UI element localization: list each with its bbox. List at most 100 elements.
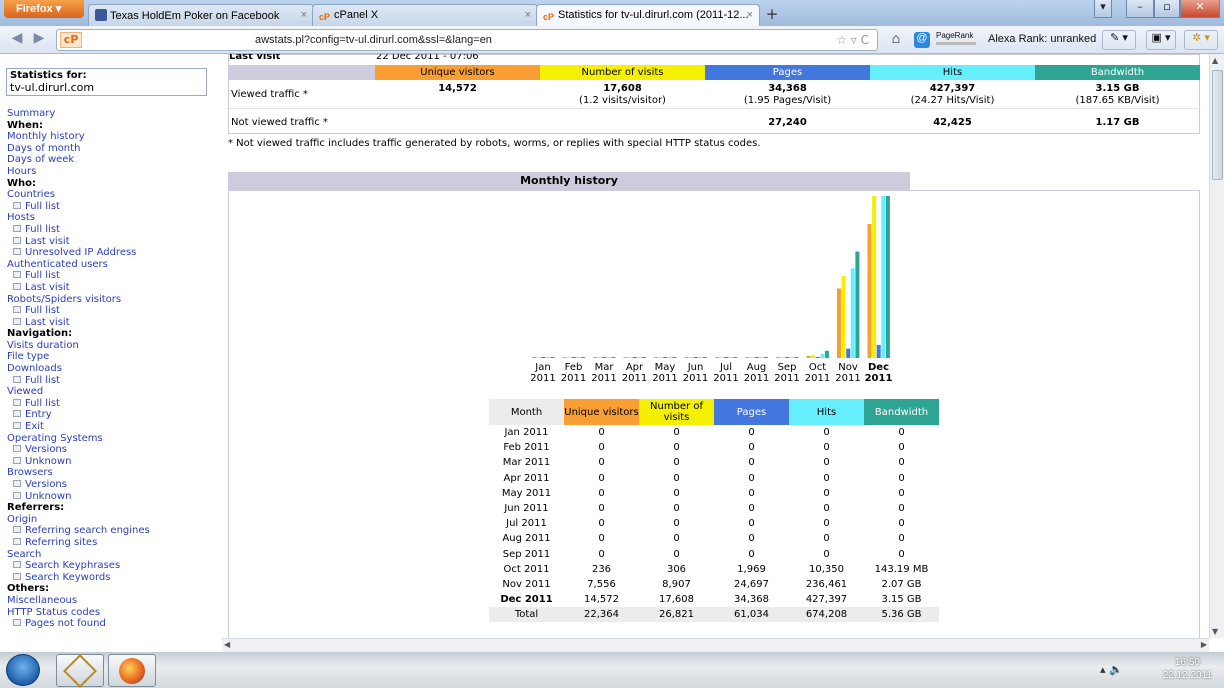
menu-link[interactable]: Hosts bbox=[7, 212, 150, 224]
menu-heading: Navigation: bbox=[7, 328, 73, 340]
at-sign-icon[interactable]: @ bbox=[914, 32, 930, 48]
url-bar[interactable]: cP awstats.pl?config=tv-ul.dirurl.com&ss… bbox=[56, 29, 878, 51]
menu-heading: Others: bbox=[7, 583, 50, 595]
last-visit-value: 22 Dec 2011 - 07:06 bbox=[376, 54, 479, 62]
winamp-icon[interactable] bbox=[56, 654, 104, 688]
menu-subitem[interactable]: Last visit bbox=[7, 317, 150, 329]
forward-arrow-icon[interactable]: ▶ bbox=[28, 30, 50, 50]
menu-link[interactable]: Robots/Spiders visitors bbox=[7, 294, 150, 306]
menu-subitem[interactable]: Unresolved IP Address bbox=[7, 247, 150, 259]
vertical-scroll-thumb[interactable] bbox=[1212, 70, 1223, 180]
volume-icon[interactable]: 🔈 bbox=[1109, 663, 1123, 676]
menu-subitem[interactable]: Full list bbox=[7, 398, 150, 410]
menu-link[interactable]: Viewed bbox=[7, 386, 150, 398]
menu-subitem[interactable]: Last visit bbox=[7, 236, 150, 248]
site-identity-icon[interactable]: cP bbox=[60, 32, 82, 48]
menu-link[interactable]: Origin bbox=[7, 514, 150, 526]
menu-link[interactable]: Downloads bbox=[7, 363, 150, 375]
horizontal-scrollbar[interactable]: ◀ ▶ bbox=[222, 638, 1209, 652]
tab-cpanel[interactable]: cP cPanel X × bbox=[312, 4, 538, 26]
menu-link[interactable]: Browsers bbox=[7, 467, 150, 479]
submenu-bullet-icon bbox=[13, 224, 21, 232]
menu-subitem[interactable]: Versions bbox=[7, 479, 150, 491]
start-button[interactable] bbox=[6, 654, 40, 686]
firefox-taskbar-icon[interactable] bbox=[108, 654, 156, 687]
chart-month-name: Sep bbox=[777, 362, 797, 373]
menu-subitem[interactable]: Exit bbox=[7, 421, 150, 433]
tab-statistics[interactable]: cP Statistics for tv-ul.dirurl.com (2011-… bbox=[536, 4, 760, 26]
menu-subitem[interactable]: Full list bbox=[7, 270, 150, 282]
tray-up-arrow-icon[interactable]: ▴ bbox=[1100, 663, 1106, 676]
menu-subitem[interactable]: Full list bbox=[7, 375, 150, 387]
tab-close-icon[interactable]: × bbox=[525, 9, 531, 21]
scroll-down-icon[interactable]: ▼ bbox=[1212, 627, 1218, 636]
taskbar-clock[interactable]: 16:50 22.12.2011 bbox=[1163, 656, 1212, 682]
chart-year-name: 2011 bbox=[560, 373, 587, 384]
tab-close-icon[interactable]: × bbox=[747, 9, 753, 21]
minimize-button[interactable]: – bbox=[1126, 0, 1154, 18]
menu-link[interactable]: Days of week bbox=[7, 154, 150, 166]
menu-subitem[interactable]: Referring search engines bbox=[7, 525, 150, 537]
bar-pages-oct-2011 bbox=[815, 357, 820, 358]
menu-link[interactable]: HTTP Status codes bbox=[7, 607, 150, 619]
maximize-button[interactable]: ▫ bbox=[1154, 0, 1180, 18]
table-cell-visits: 0 bbox=[673, 487, 680, 499]
menu-heading: Who: bbox=[7, 177, 37, 189]
table-cell-visits: 0 bbox=[673, 472, 680, 484]
submenu-bullet-icon bbox=[13, 572, 21, 580]
menu-link[interactable]: Monthly history bbox=[7, 131, 150, 143]
table-cell-month: Oct 2011 bbox=[503, 563, 550, 575]
menu-subitem[interactable]: Versions bbox=[7, 444, 150, 456]
menu-link[interactable]: Authenticated users bbox=[7, 259, 150, 271]
new-tab-button[interactable]: + bbox=[762, 5, 782, 25]
bookmark-star-icon[interactable]: ☆ ▿ C bbox=[836, 33, 869, 47]
menu-link[interactable]: File type bbox=[7, 351, 150, 363]
table-cell-pages: 0 bbox=[748, 503, 755, 515]
summary-table: Last visit 22 Dec 2011 - 07:06 Unique vi… bbox=[228, 54, 1201, 134]
back-arrow-icon[interactable]: ◀ bbox=[6, 30, 28, 50]
menu-subitem[interactable]: Referring sites bbox=[7, 537, 150, 549]
chart-month-name: Oct bbox=[808, 362, 827, 373]
chart-year-name: 2011 bbox=[864, 373, 893, 384]
menu-subitem[interactable]: Full list bbox=[7, 305, 150, 317]
tab-list-button[interactable]: ▾ bbox=[1094, 0, 1112, 18]
menu-link[interactable]: Summary bbox=[7, 108, 150, 120]
home-icon[interactable]: ⌂ bbox=[886, 30, 906, 50]
url-text[interactable]: awstats.pl?config=tv-ul.dirurl.com&ssl=&… bbox=[255, 34, 492, 46]
pagerank-widget[interactable]: PageRank bbox=[936, 31, 976, 51]
menu-subitem[interactable]: Full list bbox=[7, 201, 150, 213]
chart-month-name: Apr bbox=[625, 362, 644, 373]
system-tray[interactable]: ▴ 🔈 bbox=[1100, 663, 1123, 676]
navigation-bar: ◀ ▶ cP awstats.pl?config=tv-ul.dirurl.co… bbox=[0, 26, 1224, 54]
tab-poker[interactable]: Texas HoldEm Poker on Facebook × bbox=[88, 4, 314, 26]
menu-subitem[interactable]: Last visit bbox=[7, 282, 150, 294]
table-row: Apr 2011 0 0 0 0 0 bbox=[489, 471, 939, 486]
close-window-button[interactable]: ✕ bbox=[1180, 0, 1220, 18]
menu-link[interactable]: Visits duration bbox=[7, 340, 150, 352]
menu-subitem[interactable]: Unknown bbox=[7, 456, 150, 468]
menu-link[interactable]: Miscellaneous bbox=[7, 595, 150, 607]
menu-link[interactable]: Countries bbox=[7, 189, 150, 201]
menu-subitem[interactable]: Pages not found bbox=[7, 618, 150, 630]
menu-link[interactable]: Hours bbox=[7, 166, 150, 178]
vertical-scrollbar[interactable]: ▲ ▼ bbox=[1209, 54, 1224, 638]
menu-subitem[interactable]: Search Keyphrases bbox=[7, 560, 150, 572]
menu-subitem-label: Full list bbox=[25, 223, 60, 235]
window-menu-icon[interactable]: ▣ ▾ bbox=[1146, 30, 1176, 50]
scroll-right-icon[interactable]: ▶ bbox=[1201, 640, 1207, 649]
menu-subitem[interactable]: Unknown bbox=[7, 491, 150, 503]
menu-link[interactable]: Search bbox=[7, 549, 150, 561]
scroll-up-icon[interactable]: ▲ bbox=[1212, 56, 1218, 65]
scroll-left-icon[interactable]: ◀ bbox=[224, 640, 230, 649]
addon-icon[interactable]: ✎ ▾ bbox=[1102, 30, 1136, 50]
menu-subitem[interactable]: Search Keywords bbox=[7, 572, 150, 584]
table-row: Dec 2011 14,572 17,608 34,368 427,397 3.15 GB bbox=[489, 592, 939, 607]
firefox-menu-button[interactable]: Firefox ▾ bbox=[4, 0, 84, 18]
settings-gear-icon[interactable]: ✲ ▾ bbox=[1184, 30, 1218, 50]
windows-taskbar: ▴ 🔈 16:50 22.12.2011 bbox=[0, 652, 1224, 688]
menu-link[interactable]: Operating Systems bbox=[7, 433, 150, 445]
menu-subitem[interactable]: Entry bbox=[7, 409, 150, 421]
tab-close-icon[interactable]: × bbox=[301, 9, 307, 21]
menu-subitem[interactable]: Full list bbox=[7, 224, 150, 236]
menu-link[interactable]: Days of month bbox=[7, 143, 150, 155]
